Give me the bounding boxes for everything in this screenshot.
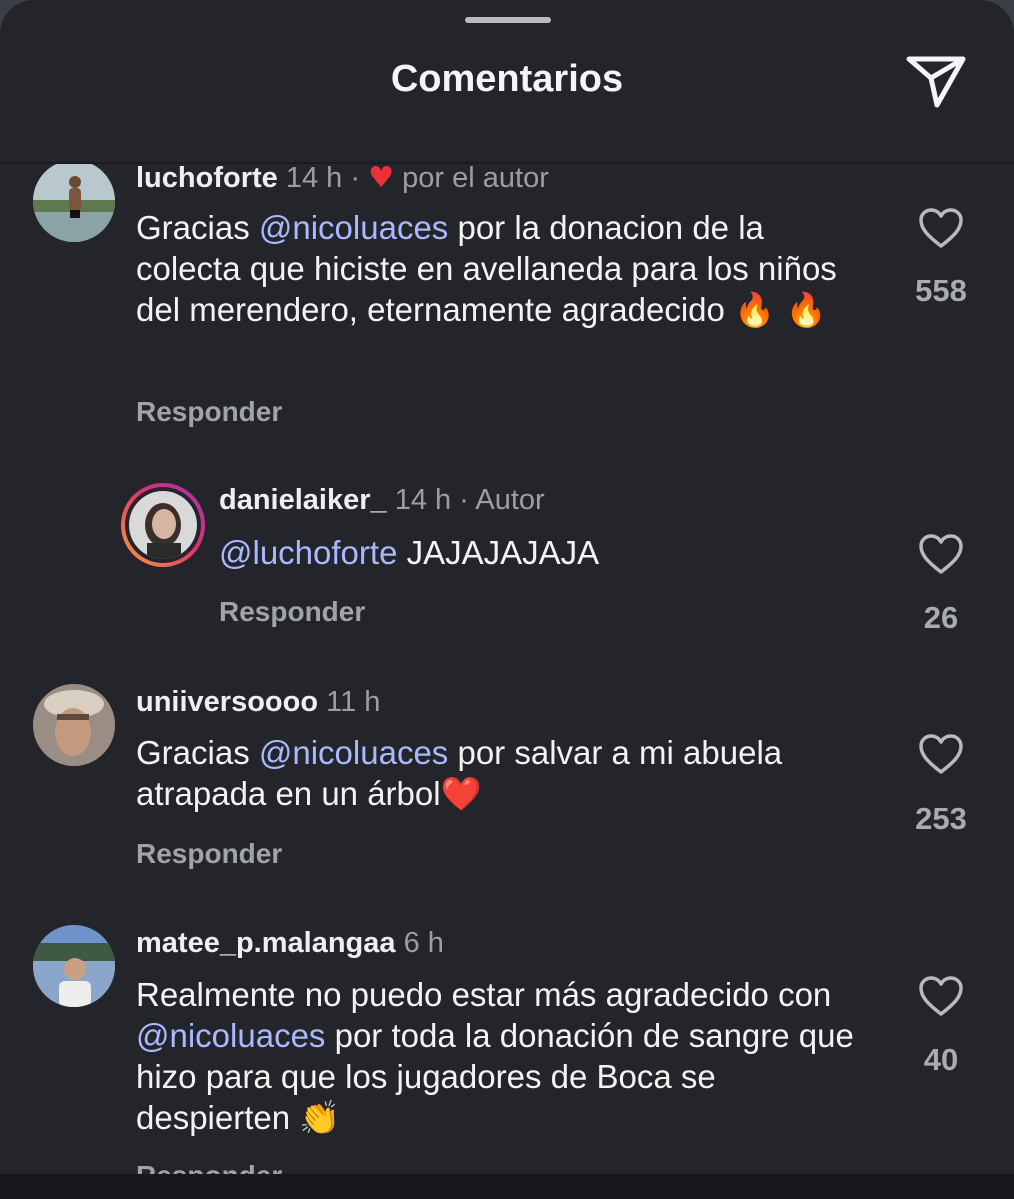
reply-button[interactable]: Responder xyxy=(136,838,282,870)
timestamp: 11 h xyxy=(326,686,381,718)
comment-meta: danielaiker_ 14 h · Autor xyxy=(219,484,545,517)
reply-button[interactable]: Responder xyxy=(136,396,282,428)
mention-link[interactable]: @luchoforte xyxy=(219,534,397,571)
meta-separator: · xyxy=(350,164,361,194)
comment-text-part: Gracias xyxy=(136,209,259,246)
mention-link[interactable]: @nicoluaces xyxy=(259,209,448,246)
username[interactable]: danielaiker_ xyxy=(219,484,387,516)
comment-list[interactable]: luchoforte 14 h · ♥ por el autor Gracias… xyxy=(0,164,1014,1174)
like-count: 40 xyxy=(923,1042,959,1077)
username[interactable]: luchoforte xyxy=(136,164,278,194)
comment-text: Gracias @nicoluaces por salvar a mi abue… xyxy=(136,732,876,814)
like-count: 253 xyxy=(915,801,967,836)
heart-outline-icon[interactable] xyxy=(918,733,964,775)
bottom-bar xyxy=(0,1174,1014,1199)
author-label: Autor xyxy=(475,484,545,516)
comment-text-part: Realmente no puedo estar más agradecido … xyxy=(136,976,832,1013)
page-title: Comentarios xyxy=(390,58,624,100)
mention-link[interactable]: @nicoluaces xyxy=(136,1017,325,1054)
like-count: 26 xyxy=(923,600,959,635)
story-ring[interactable] xyxy=(121,483,205,567)
avatar[interactable] xyxy=(33,684,115,766)
avatar-photo xyxy=(33,925,115,1007)
timestamp: 14 h xyxy=(285,164,343,194)
avatar[interactable] xyxy=(129,491,197,559)
reply-button[interactable]: Responder xyxy=(219,596,365,628)
username[interactable]: matee_p.malangaa xyxy=(136,927,396,959)
avatar-photo xyxy=(129,491,197,559)
drag-handle[interactable] xyxy=(465,17,551,23)
fire-emoji: 🔥 🔥 xyxy=(734,290,827,329)
liked-by-author-label: por el autor xyxy=(402,164,549,194)
comment-text: Realmente no puedo estar más agradecido … xyxy=(136,974,876,1138)
reply-button[interactable]: Responder xyxy=(136,1160,282,1174)
heart-outline-icon[interactable] xyxy=(918,207,964,249)
clapping-emoji: 👏 xyxy=(299,1098,341,1137)
heart-outline-icon[interactable] xyxy=(918,975,964,1017)
red-heart-emoji: ❤️ xyxy=(440,774,482,813)
avatar-photo xyxy=(33,164,115,242)
comment-text: @luchoforte JAJAJAJAJA xyxy=(219,532,879,573)
meta-separator: · xyxy=(459,484,469,516)
timestamp: 14 h xyxy=(394,484,452,516)
comment-text: Gracias @nicoluaces por la donacion de l… xyxy=(136,207,876,330)
send-icon[interactable] xyxy=(904,52,968,110)
avatar-photo xyxy=(33,684,115,766)
username[interactable]: uniiversoooo xyxy=(136,686,318,718)
comment-meta: matee_p.malangaa 6 h xyxy=(136,927,444,960)
like-count: 558 xyxy=(915,273,967,308)
comments-sheet: Comentarios luchoforte 14 h · ♥ por el a… xyxy=(0,0,1014,1199)
comment-meta: luchoforte 14 h · ♥ por el autor xyxy=(136,164,549,195)
comment-meta: uniiversoooo 11 h xyxy=(136,686,380,719)
avatar[interactable] xyxy=(33,925,115,1007)
comment-text-part: JAJAJAJAJA xyxy=(397,534,600,571)
heart-outline-icon[interactable] xyxy=(918,533,964,575)
mention-link[interactable]: @nicoluaces xyxy=(259,734,448,771)
heart-filled-icon: ♥ xyxy=(368,164,395,194)
timestamp: 6 h xyxy=(403,927,444,959)
avatar[interactable] xyxy=(33,164,115,242)
comment-text-part: Gracias xyxy=(136,734,259,771)
